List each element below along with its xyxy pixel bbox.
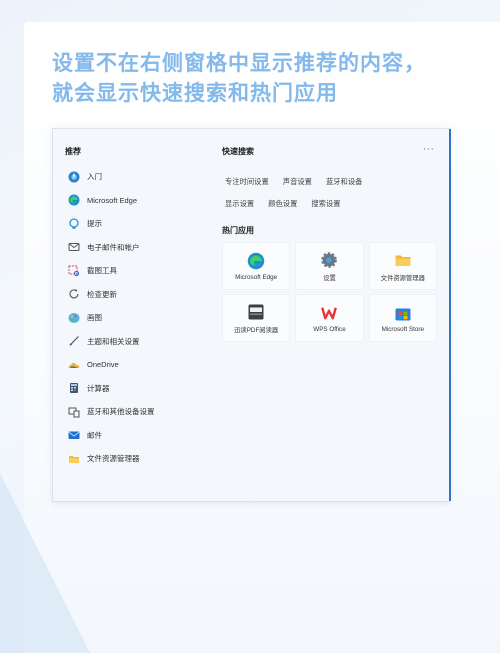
settings-gear-icon xyxy=(320,251,338,269)
quick-search-chip[interactable]: 显示设置 xyxy=(225,199,254,209)
quick-search-chip[interactable]: 声音设置 xyxy=(283,177,312,187)
hot-app-label: WPS Office xyxy=(313,325,346,333)
list-item-edge[interactable]: Microsoft Edge xyxy=(68,189,218,213)
list-item-label: 截图工具 xyxy=(87,266,117,276)
list-item-tips[interactable]: 提示 xyxy=(68,212,218,236)
list-item-bluetooth-devices[interactable]: 蓝牙和其他设备设置 xyxy=(68,400,218,424)
hot-apps-row: 迅读PDF阅读器 WPS Office Microsoft Store xyxy=(222,294,442,342)
list-item-label: OneDrive xyxy=(87,360,119,370)
list-item-label: 邮件 xyxy=(87,430,102,440)
paint-icon xyxy=(68,312,80,324)
folder-icon xyxy=(68,453,80,465)
hot-app-label: 迅读PDF阅读器 xyxy=(234,326,279,334)
list-item-snipping-tool[interactable]: 截图工具 xyxy=(68,259,218,283)
hot-apps-grid: Microsoft Edge 设置 文件资源管理器 迅读PDF阅读器 WPS O… xyxy=(222,242,442,346)
recommended-title: 推荐 xyxy=(65,147,81,156)
list-item-email-accounts[interactable]: 电子邮件和帐户 xyxy=(68,236,218,260)
tips-icon xyxy=(68,218,80,230)
devices-icon xyxy=(68,406,80,418)
hot-app-tile-edge[interactable]: Microsoft Edge xyxy=(222,242,291,290)
hot-apps-row: Microsoft Edge 设置 文件资源管理器 xyxy=(222,242,442,290)
panel-accent-edge xyxy=(449,129,451,501)
list-item-themes[interactable]: 主题和相关设置 xyxy=(68,330,218,354)
list-item-label: 画图 xyxy=(87,313,102,323)
edge-icon xyxy=(247,252,265,270)
hot-app-label: 设置 xyxy=(323,274,336,282)
page-heading: 设置不在右侧窗格中显示推荐的内容， 就会显示快速搜索和热门应用 xyxy=(52,48,492,108)
list-item-calculator[interactable]: 计算器 xyxy=(68,377,218,401)
list-item-label: Microsoft Edge xyxy=(87,195,138,205)
quick-search-row: 显示设置 颜色设置 搜索设置 xyxy=(225,193,425,215)
heading-line-1: 设置不在右侧窗格中显示推荐的内容， xyxy=(52,51,426,75)
hot-app-label: Microsoft Store xyxy=(381,325,424,333)
hot-app-label: Microsoft Edge xyxy=(235,273,278,281)
quick-search-chip[interactable]: 蓝牙和设备 xyxy=(326,177,362,187)
snipping-tool-icon xyxy=(68,265,80,277)
pdf-reader-icon xyxy=(247,303,265,321)
hot-apps-title: 热门应用 xyxy=(222,226,254,235)
list-item-label: 主题和相关设置 xyxy=(87,336,140,346)
list-item-label: 计算器 xyxy=(87,383,110,393)
list-item-get-started[interactable]: 入门 xyxy=(68,165,218,189)
quick-search-chip[interactable]: 专注时间设置 xyxy=(225,177,269,187)
quick-search-area: 专注时间设置 声音设置 蓝牙和设备 显示设置 颜色设置 搜索设置 xyxy=(225,171,425,215)
list-item-label: 入门 xyxy=(87,172,102,182)
quick-search-title: 快速搜索 xyxy=(222,147,254,156)
mail-icon xyxy=(68,429,80,441)
hot-app-tile-pdf-reader[interactable]: 迅读PDF阅读器 xyxy=(222,294,291,342)
hot-app-tile-file-explorer[interactable]: 文件资源管理器 xyxy=(368,242,437,290)
hot-app-tile-store[interactable]: Microsoft Store xyxy=(368,294,437,342)
get-started-icon xyxy=(68,171,80,183)
brush-icon xyxy=(68,335,80,347)
hot-app-label: 文件资源管理器 xyxy=(380,274,425,282)
list-item-onedrive[interactable]: OneDrive xyxy=(68,353,218,377)
folder-icon xyxy=(394,251,412,269)
list-item-label: 蓝牙和其他设备设置 xyxy=(87,407,155,417)
list-item-label: 电子邮件和帐户 xyxy=(87,242,140,252)
store-icon xyxy=(394,304,412,322)
list-item-paint[interactable]: 画图 xyxy=(68,306,218,330)
list-item-label: 提示 xyxy=(87,219,102,229)
list-item-file-explorer[interactable]: 文件资源管理器 xyxy=(68,447,218,471)
wps-icon xyxy=(320,304,338,322)
list-item-mail[interactable]: 邮件 xyxy=(68,424,218,448)
recommended-list: 入门 Microsoft Edge 提示 电子邮件和帐户 截图工具 检查更新 画… xyxy=(68,165,218,471)
start-menu-panel: 推荐 入门 Microsoft Edge 提示 电子邮件和帐户 截图工具 检查更… xyxy=(52,128,451,502)
edge-icon xyxy=(68,194,80,206)
list-item-check-updates[interactable]: 检查更新 xyxy=(68,283,218,307)
onedrive-icon xyxy=(68,359,80,371)
more-options-button[interactable]: ··· xyxy=(423,145,435,155)
list-item-label: 检查更新 xyxy=(87,289,117,299)
quick-search-chip[interactable]: 颜色设置 xyxy=(268,199,297,209)
refresh-icon xyxy=(68,288,80,300)
hot-app-tile-settings[interactable]: 设置 xyxy=(295,242,364,290)
email-icon xyxy=(68,241,80,253)
quick-search-chip[interactable]: 搜索设置 xyxy=(311,199,340,209)
hot-app-tile-wps-office[interactable]: WPS Office xyxy=(295,294,364,342)
calculator-icon xyxy=(68,382,80,394)
heading-line-2: 就会显示快速搜索和热门应用 xyxy=(52,81,338,105)
quick-search-row: 专注时间设置 声音设置 蓝牙和设备 xyxy=(225,171,425,193)
list-item-label: 文件资源管理器 xyxy=(87,454,140,464)
